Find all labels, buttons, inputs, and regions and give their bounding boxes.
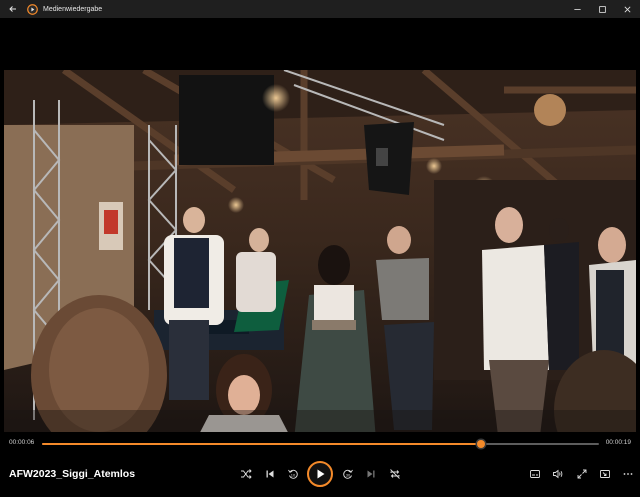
- minimize-button[interactable]: [565, 0, 590, 18]
- skip-back-10-icon: 10: [288, 469, 298, 479]
- seek-slider[interactable]: [42, 440, 599, 448]
- maximize-icon: [599, 5, 606, 13]
- skip-forward-button[interactable]: 30: [339, 465, 357, 483]
- svg-text:30: 30: [346, 473, 351, 478]
- previous-icon: [266, 470, 274, 478]
- shuffle-icon: [241, 469, 252, 479]
- repeat-button[interactable]: [386, 465, 404, 483]
- next-icon: [367, 470, 375, 478]
- title-bar: Medienwiedergabe: [0, 0, 640, 18]
- close-icon: [624, 6, 631, 12]
- shuffle-button[interactable]: [237, 465, 255, 483]
- svg-text:10: 10: [291, 473, 296, 478]
- previous-button[interactable]: [261, 465, 279, 483]
- play-button[interactable]: [307, 461, 333, 487]
- fullscreen-icon: [577, 469, 587, 479]
- next-button[interactable]: [362, 465, 380, 483]
- subtitles-icon: [530, 470, 540, 478]
- minimize-icon: [574, 8, 581, 10]
- seek-bar-row: 00:00:06 00:00:19: [0, 432, 640, 452]
- window-title: Medienwiedergabe: [43, 5, 103, 13]
- back-arrow-icon: [9, 6, 16, 12]
- skip-back-button[interactable]: 10: [284, 465, 302, 483]
- video-frame[interactable]: [4, 70, 636, 444]
- video-area[interactable]: [0, 18, 640, 444]
- seek-thumb[interactable]: [477, 440, 486, 448]
- video-still-image: [4, 70, 636, 444]
- media-title: AFW2023_Siggi_Atemlos: [9, 468, 136, 480]
- total-time: 00:00:19: [605, 439, 631, 446]
- volume-icon: [553, 469, 563, 479]
- close-button[interactable]: [615, 0, 640, 18]
- more-options-button[interactable]: [619, 465, 637, 483]
- current-time: 00:00:06: [9, 439, 35, 446]
- seek-progress: [42, 443, 482, 445]
- fullscreen-button[interactable]: [573, 465, 591, 483]
- volume-button[interactable]: [549, 465, 567, 483]
- more-options-icon: [623, 473, 633, 475]
- media-player-icon: [26, 3, 38, 15]
- skip-forward-30-icon: 30: [343, 469, 353, 479]
- back-button[interactable]: [0, 0, 26, 18]
- player-controls: AFW2023_Siggi_Atemlos 10 30: [0, 452, 640, 497]
- play-icon: [317, 469, 324, 479]
- maximize-button[interactable]: [590, 0, 615, 18]
- subtitles-button[interactable]: [526, 465, 544, 483]
- miniplayer-button[interactable]: [596, 465, 614, 483]
- miniplayer-icon: [600, 470, 610, 478]
- repeat-off-icon: [390, 469, 400, 479]
